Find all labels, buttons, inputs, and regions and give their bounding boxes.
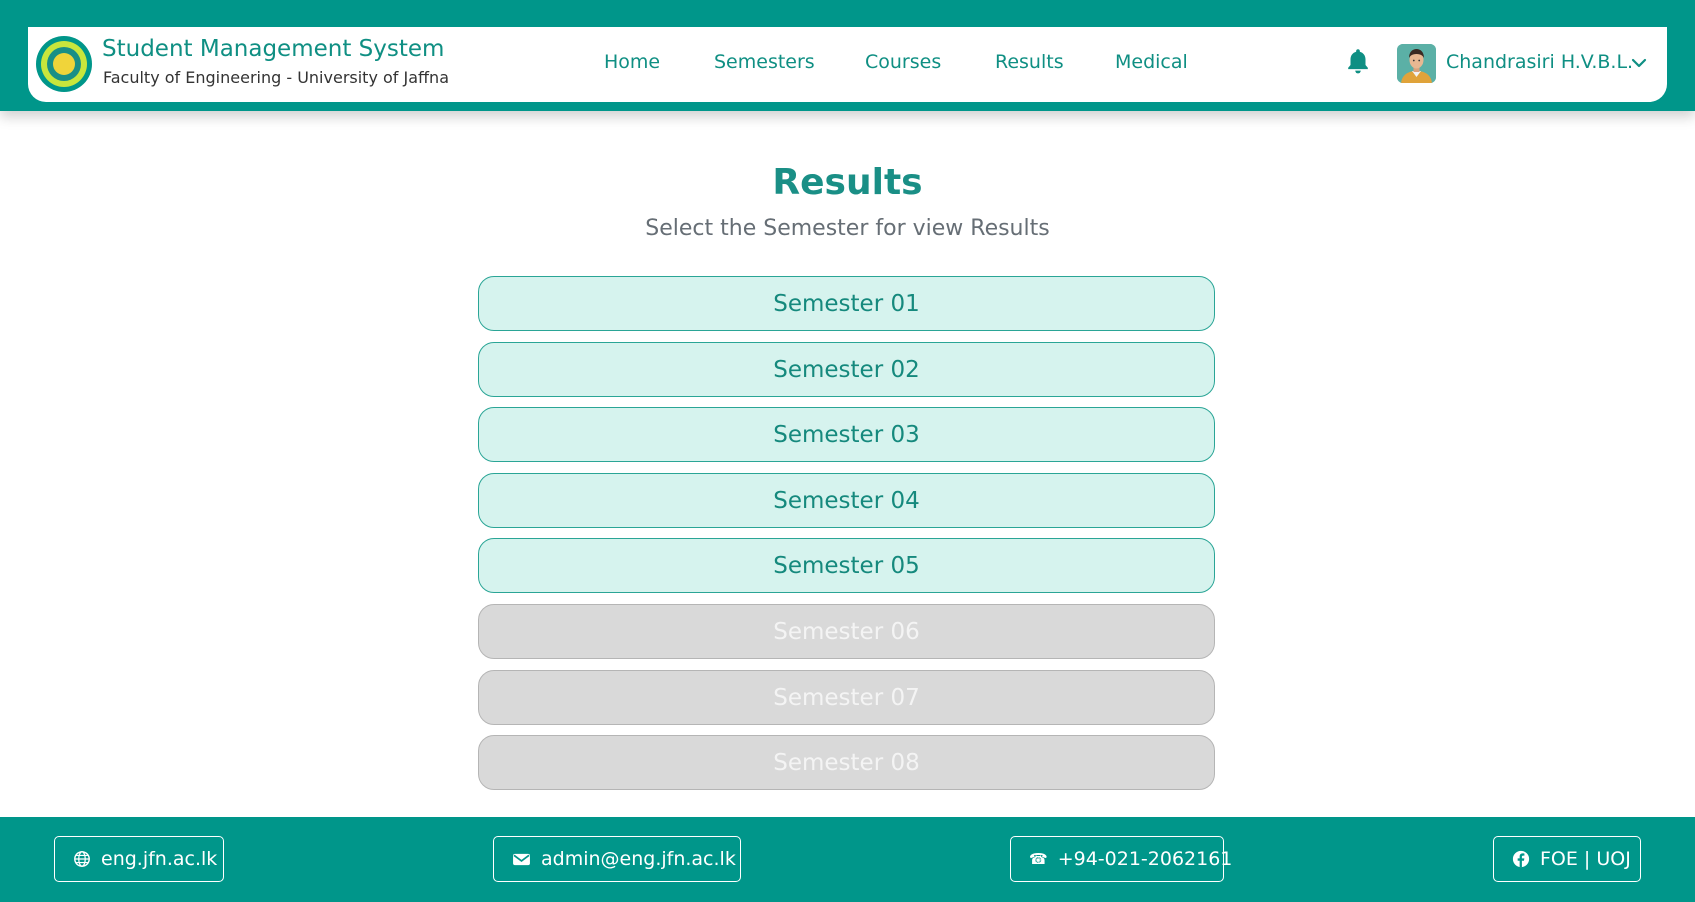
phone-link[interactable]: ☎ +94-021-2062161 [1010,836,1232,882]
bell-icon[interactable] [1344,47,1372,77]
semester-04-button[interactable]: Semester 04 [478,473,1215,528]
footer: eng.jfn.ac.lk admin@eng.jfn.ac.lk ☎ +94-… [0,817,1695,902]
facebook-text: FOE | UOJ [1540,848,1631,870]
nav-results[interactable]: Results [995,51,1064,73]
nav-semesters[interactable]: Semesters [714,51,815,73]
semester-07-button: Semester 07 [478,670,1215,725]
email-text: admin@eng.jfn.ac.lk [541,848,736,870]
brand-subtitle: Faculty of Engineering - University of J… [103,68,449,87]
university-logo[interactable] [36,36,92,92]
facebook-link[interactable]: FOE | UOJ [1493,836,1641,882]
nav-courses[interactable]: Courses [865,51,941,73]
brand-title: Student Management System [102,36,445,62]
nav-home[interactable]: Home [604,51,660,73]
header-card: Student Management System Faculty of Eng… [28,27,1667,102]
phone-icon: ☎ [1029,850,1048,868]
mail-icon [513,853,530,865]
globe-icon [74,851,90,867]
avatar[interactable] [1397,44,1436,83]
top-bar: Student Management System Faculty of Eng… [0,0,1695,111]
page-subtitle: Select the Semester for view Results [645,216,1050,241]
semester-08-button: Semester 08 [478,735,1215,790]
chevron-down-icon[interactable] [1631,57,1647,69]
website-text: eng.jfn.ac.lk [101,848,218,870]
semester-03-button[interactable]: Semester 03 [478,407,1215,462]
semester-02-button[interactable]: Semester 02 [478,342,1215,397]
nav-medical[interactable]: Medical [1115,51,1188,73]
semester-05-button[interactable]: Semester 05 [478,538,1215,593]
semester-06-button: Semester 06 [478,604,1215,659]
email-link[interactable]: admin@eng.jfn.ac.lk [493,836,741,882]
semester-01-button[interactable]: Semester 01 [478,276,1215,331]
user-name[interactable]: Chandrasiri H.V.B.L. [1446,51,1633,73]
phone-text: +94-021-2062161 [1057,848,1233,870]
page-title: Results [772,162,923,203]
facebook-icon [1512,850,1530,868]
website-link[interactable]: eng.jfn.ac.lk [54,836,224,882]
